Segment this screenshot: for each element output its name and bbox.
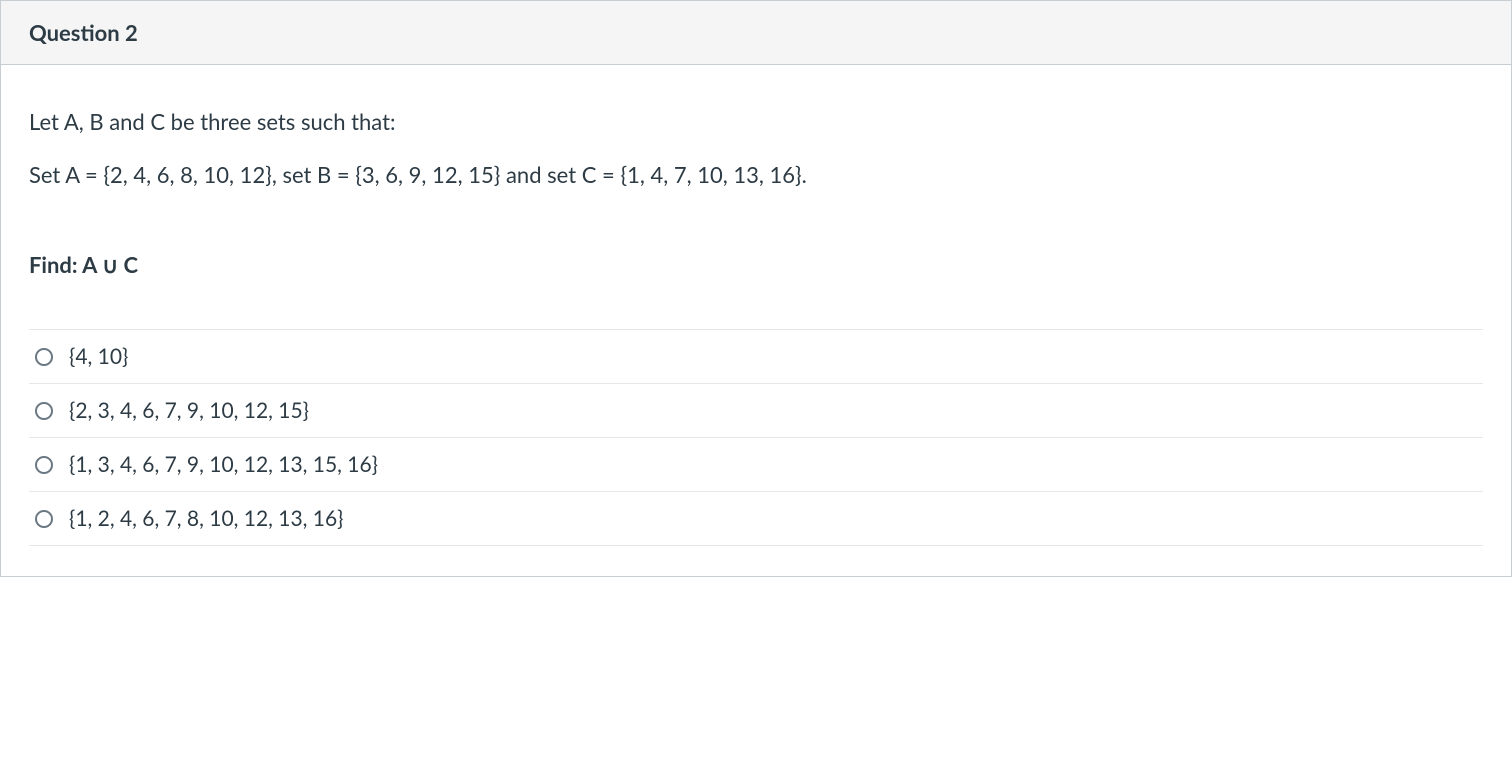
answer-label: {4, 10}: [69, 344, 1477, 369]
question-prompt-line1: Let A, B and C be three sets such that:: [29, 105, 1483, 138]
radio-icon: [35, 456, 53, 474]
question-prompt-line2: Set A = {2, 4, 6, 8, 10, 12}, set B = {3…: [29, 158, 1483, 191]
question-container: Question 2 Let A, B and C be three sets …: [0, 0, 1512, 577]
answer-list: {4, 10} {2, 3, 4, 6, 7, 9, 10, 12, 15} {…: [29, 329, 1483, 546]
question-find-label: Find: A ∪ C: [29, 251, 1483, 279]
answer-option[interactable]: {2, 3, 4, 6, 7, 9, 10, 12, 15}: [29, 383, 1483, 437]
answer-label: {1, 3, 4, 6, 7, 9, 10, 12, 13, 15, 16}: [69, 452, 1477, 477]
answer-label: {1, 2, 4, 6, 7, 8, 10, 12, 13, 16}: [69, 506, 1477, 531]
question-title: Question 2: [29, 19, 1483, 46]
answer-option[interactable]: {1, 3, 4, 6, 7, 9, 10, 12, 13, 15, 16}: [29, 437, 1483, 491]
question-header: Question 2: [1, 1, 1511, 65]
answer-option[interactable]: {4, 10}: [29, 329, 1483, 383]
answer-option[interactable]: {1, 2, 4, 6, 7, 8, 10, 12, 13, 16}: [29, 491, 1483, 546]
radio-icon: [35, 510, 53, 528]
radio-icon: [35, 348, 53, 366]
radio-icon: [35, 402, 53, 420]
answer-label: {2, 3, 4, 6, 7, 9, 10, 12, 15}: [69, 398, 1477, 423]
question-body: Let A, B and C be three sets such that: …: [1, 65, 1511, 576]
